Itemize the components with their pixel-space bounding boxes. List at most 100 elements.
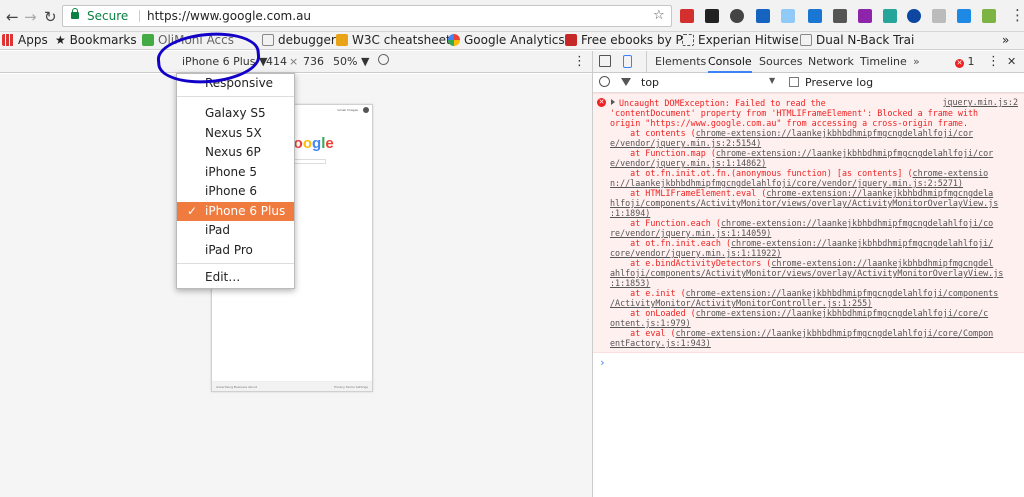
- stack-link[interactable]: :1:1894): [610, 208, 650, 218]
- menu-item-nexus-6p[interactable]: Nexus 6P: [177, 143, 294, 162]
- bookmark-apps[interactable]: Apps: [2, 33, 48, 47]
- preview-footer: Advertising Business About Privacy Terms…: [212, 381, 372, 391]
- stack-link[interactable]: chrome-extension://laankejkbhbdhmipfmgcn…: [771, 258, 993, 268]
- stack-link[interactable]: e/vendor/jquery.min.js:1:14862): [610, 158, 766, 168]
- stack-link[interactable]: chrome-extension://laankejkbhbdhmipfmgcn…: [716, 148, 993, 158]
- stack-line: at contents (chrome-extension://laankejk…: [610, 128, 973, 138]
- expand-triangle-icon[interactable]: [611, 99, 615, 105]
- stack-link[interactable]: hlfoji/components/ActivityMonitor/views/…: [610, 198, 998, 208]
- stack-line: hlfoji/components/ActivityMonitor/views/…: [610, 198, 998, 208]
- devtools-more-icon[interactable]: ⋮: [987, 51, 1000, 73]
- tab-separator: [646, 51, 647, 73]
- context-chevron-icon[interactable]: ▼: [769, 76, 775, 85]
- width-input[interactable]: 414: [266, 55, 287, 68]
- stack-link[interactable]: chrome-extension://laankejkbhbdhmipfmgcn…: [676, 328, 994, 338]
- extension-icon-7[interactable]: [833, 9, 847, 23]
- stack-line: e/vendor/jquery.min.js:1:14862): [610, 158, 766, 168]
- rotate-icon[interactable]: [378, 54, 389, 65]
- clear-console-icon[interactable]: [599, 76, 610, 87]
- back-icon[interactable]: ←: [6, 8, 19, 26]
- menu-item-galaxy-s5[interactable]: Galaxy S5: [177, 104, 294, 123]
- stack-link[interactable]: entFactory.js:1:943): [610, 338, 711, 348]
- extension-icon-2[interactable]: [705, 9, 719, 23]
- error-counter[interactable]: ✕ 1: [955, 51, 975, 73]
- stack-link[interactable]: core/vendor/jquery.min.js:1:11922): [610, 248, 781, 258]
- stack-text: at ot.fn.init.ot.fn.(anonymous function)…: [610, 168, 913, 178]
- bookmark-debugger[interactable]: debugger: [262, 33, 336, 47]
- menu-item-iphone-6[interactable]: iPhone 6: [177, 182, 294, 201]
- bookmarks-overflow-icon[interactable]: »: [1002, 33, 1009, 47]
- stack-link[interactable]: chrome-extension://laankejkbhbdhmipfmgcn…: [766, 188, 993, 198]
- preserve-log-checkbox[interactable]: [789, 77, 799, 87]
- extension-icon-6[interactable]: [808, 9, 822, 23]
- bookmark-star-icon[interactable]: ☆: [653, 6, 665, 26]
- stack-link[interactable]: n://laankejkbhbdhmipfmgcngdelahlfoji/cor…: [610, 178, 963, 188]
- stack-link[interactable]: ontent.js:1:979): [610, 318, 691, 328]
- extension-icon-10[interactable]: [907, 9, 921, 23]
- forward-icon[interactable]: →: [24, 8, 37, 26]
- tabs-overflow-icon[interactable]: »: [913, 51, 920, 73]
- menu-item-iphone-5[interactable]: iPhone 5: [177, 163, 294, 182]
- menu-item-ipad[interactable]: iPad: [177, 221, 294, 240]
- extension-icon-5[interactable]: [781, 9, 795, 23]
- menu-item-edit[interactable]: Edit…: [177, 268, 294, 287]
- stack-link[interactable]: chrome-extension://laankejkbhbdhmipfmgcn…: [686, 288, 999, 298]
- stack-link[interactable]: e/vendor/jquery.min.js:2:5154): [610, 138, 761, 148]
- console-prompt-icon[interactable]: ›: [599, 356, 606, 369]
- bookmark-w3c[interactable]: W3C cheatsheet: [336, 33, 451, 47]
- bookmark-ga[interactable]: Google Analytics: [448, 33, 565, 47]
- menu-item-ipad-pro[interactable]: iPad Pro: [177, 241, 294, 260]
- bookmark-experian[interactable]: Experian Hitwise: [682, 33, 799, 47]
- bookmark-star-small-icon: ★: [55, 33, 70, 47]
- extension-icon-13[interactable]: [982, 9, 996, 23]
- error-source-link[interactable]: jquery.min.js:2: [942, 97, 1018, 107]
- inspect-icon[interactable]: [599, 55, 611, 67]
- zoom-select[interactable]: 50% ▼: [333, 55, 369, 68]
- secure-label: Secure: [87, 9, 129, 23]
- extension-icon-8[interactable]: [858, 9, 872, 23]
- tab-elements[interactable]: Elements: [655, 51, 706, 73]
- chrome-menu-icon[interactable]: ⋮: [1010, 6, 1024, 24]
- stack-link[interactable]: chrome-extensio: [913, 168, 989, 178]
- filter-icon[interactable]: [621, 78, 631, 86]
- stack-link[interactable]: /ActivityMonitor/ActivityMonitorControll…: [610, 298, 872, 308]
- extension-icon-1[interactable]: [680, 9, 694, 23]
- tab-timeline[interactable]: Timeline: [860, 51, 907, 73]
- bookmark-ebooks[interactable]: Free ebooks by P: [565, 33, 683, 47]
- extension-icon-12[interactable]: [957, 9, 971, 23]
- tab-console[interactable]: Console: [708, 51, 752, 73]
- reload-icon[interactable]: ↻: [44, 8, 57, 26]
- page-icon: [262, 34, 274, 46]
- stack-link[interactable]: chrome-extension://laankejkbhbdhmipfmgcn…: [696, 128, 973, 138]
- stack-link[interactable]: ahlfoji/components/ActivityMonitor/views…: [610, 268, 1003, 278]
- extension-icon-9[interactable]: [883, 9, 897, 23]
- address-bar[interactable]: Secure https://www.google.com.au ☆: [62, 5, 672, 27]
- stack-link[interactable]: :1:1853): [610, 278, 650, 288]
- stack-link[interactable]: chrome-extension://laankejkbhbdhmipfmgcn…: [731, 238, 993, 248]
- extension-icon-3[interactable]: [730, 9, 744, 23]
- stack-text: at eval (: [610, 328, 676, 338]
- stack-link[interactable]: chrome-extension://laankejkbhbdhmipfmgcn…: [696, 308, 988, 318]
- stack-link[interactable]: re/vendor/jquery.min.js:1:14059): [610, 228, 771, 238]
- context-select[interactable]: top: [641, 76, 659, 89]
- menu-item-iphone-6-plus[interactable]: ✓ iPhone 6 Plus: [177, 201, 294, 221]
- stack-line: at Function.each (chrome-extension://laa…: [610, 218, 993, 228]
- bookmark-apps-label: Apps: [18, 33, 48, 47]
- bookmark-bookmarks[interactable]: ★ Bookmarks: [55, 33, 137, 47]
- url-text[interactable]: https://www.google.com.au: [147, 6, 311, 26]
- stack-line: ontent.js:1:979): [610, 318, 691, 328]
- extension-icon-4[interactable]: [756, 9, 770, 23]
- bookmark-nback[interactable]: Dual N-Back Trai: [800, 33, 914, 47]
- bookmark-ga-label: Google Analytics: [464, 33, 565, 47]
- menu-item-nexus-5x[interactable]: Nexus 5X: [177, 124, 294, 143]
- close-icon[interactable]: ✕: [1007, 51, 1016, 73]
- stack-link[interactable]: chrome-extension://laankejkbhbdhmipfmgcn…: [721, 218, 993, 228]
- tab-network[interactable]: Network: [808, 51, 854, 73]
- browser-window: { "browser": { "back_glyph": "←", "forwa…: [0, 0, 1024, 497]
- tab-sources[interactable]: Sources: [759, 51, 803, 73]
- console-error-message[interactable]: ✕ jquery.min.js:2 Uncaught DOMException:…: [593, 93, 1024, 353]
- height-input[interactable]: 736: [303, 55, 324, 68]
- device-more-icon[interactable]: ⋮: [573, 54, 586, 69]
- device-mode-icon[interactable]: [623, 55, 632, 68]
- extension-icon-11[interactable]: [932, 9, 946, 23]
